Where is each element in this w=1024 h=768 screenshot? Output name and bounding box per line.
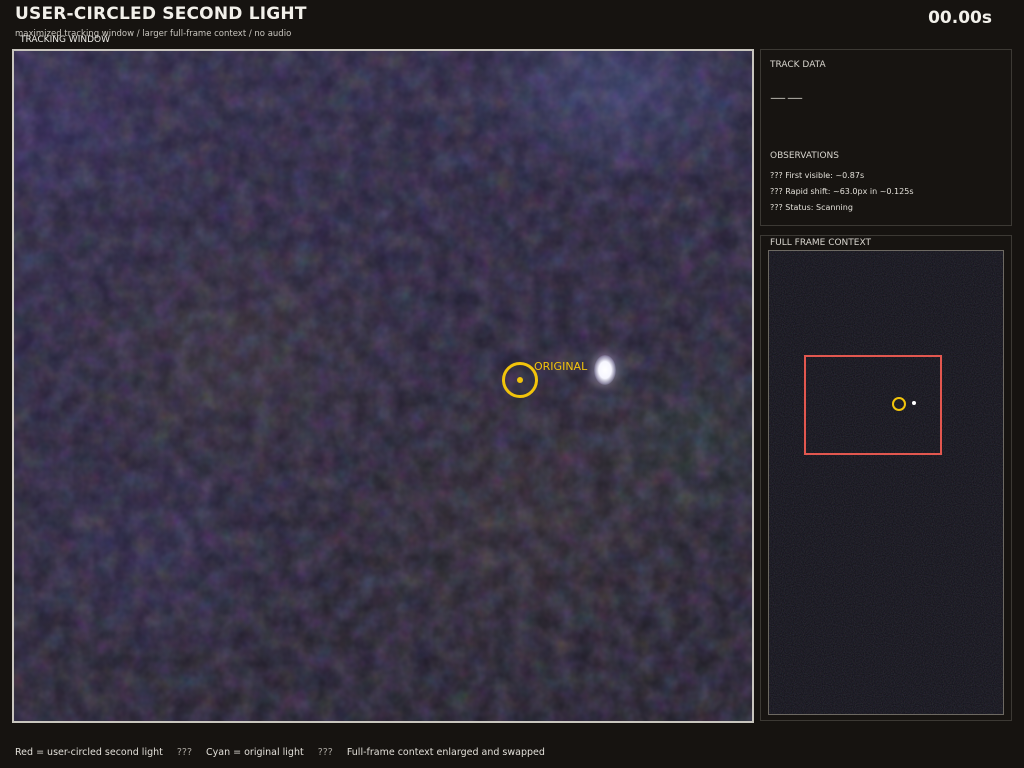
legend-item-cyan: Cyan = original light: [206, 747, 304, 758]
tracking-window[interactable]: ORIGINAL: [12, 49, 754, 723]
legend-separator: ???: [317, 747, 333, 758]
context-viewport-box[interactable]: [804, 355, 942, 455]
observations-title: OBSERVATIONS: [770, 151, 839, 161]
video-noise: [14, 51, 752, 721]
original-marker-label: ORIGINAL: [534, 360, 588, 373]
context-light-source[interactable]: [912, 401, 916, 405]
context-frame[interactable]: [768, 250, 1004, 715]
context-star-field: [769, 251, 1003, 714]
context-title: FULL FRAME CONTEXT: [770, 238, 871, 248]
bright-light-source[interactable]: [594, 355, 616, 385]
track-data-panel: TRACK DATA —— OBSERVATIONS ??? First vis…: [760, 49, 1012, 226]
context-original-marker[interactable]: [892, 397, 906, 411]
track-data-value: ——: [770, 88, 804, 107]
timer-display: 00.00s: [928, 8, 992, 28]
legend-item-context: Full-frame context enlarged and swapped: [346, 747, 545, 758]
legend-separator: ???: [176, 747, 193, 758]
context-panel: FULL FRAME CONTEXT: [760, 235, 1012, 721]
original-marker-dot: [517, 377, 523, 383]
legend-bar: Red = user-circled second light??? Cyan =…: [15, 747, 545, 758]
original-light-marker[interactable]: [502, 362, 538, 398]
page-title: USER-CIRCLED SECOND LIGHT: [15, 4, 307, 24]
track-data-title: TRACK DATA: [770, 60, 826, 70]
legend-item-red: Red = user-circled second light: [15, 747, 163, 758]
tracking-window-label: TRACKING WINDOW: [20, 35, 110, 45]
observation-item: ??? Rapid shift: ~63.0px in ~0.125s: [770, 187, 914, 196]
observation-item: ??? First visible: ~0.87s: [770, 171, 865, 180]
observation-item: ??? Status: Scanning: [770, 203, 853, 212]
